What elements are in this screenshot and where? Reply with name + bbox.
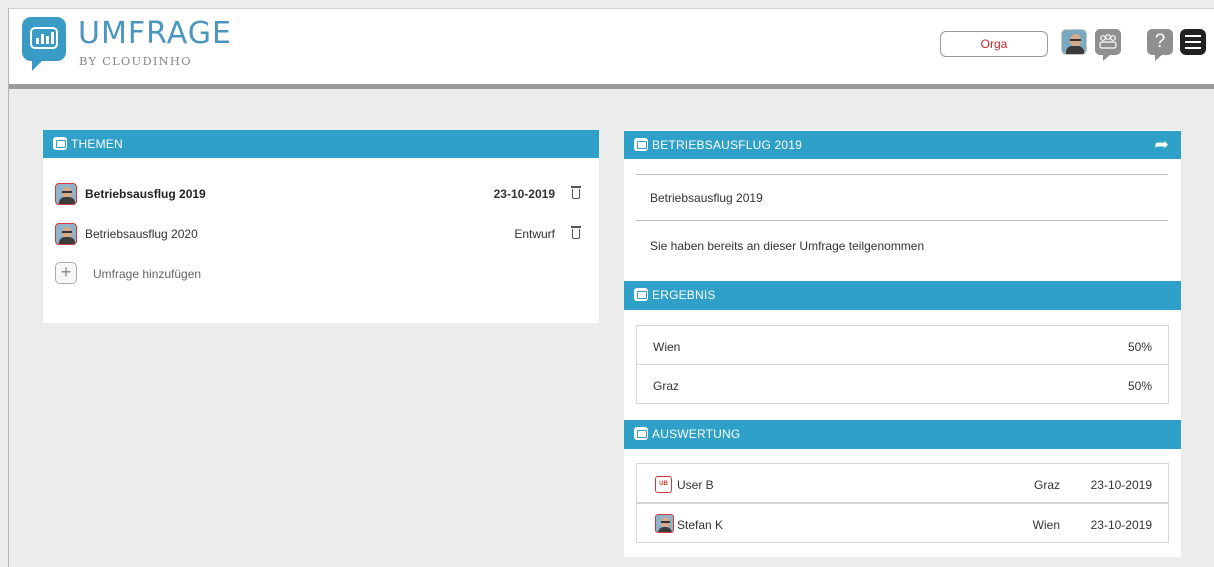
app-title: UMFRAGE <box>78 16 232 51</box>
user-avatar[interactable] <box>1061 29 1087 55</box>
avatar <box>655 514 674 533</box>
result-percent: 50% <box>1127 379 1152 393</box>
share-icon[interactable]: ➦ <box>1155 136 1169 154</box>
topic-status: Entwurf <box>514 227 555 241</box>
evaluation-choice: Wien <box>1032 518 1060 532</box>
chat-icon <box>634 138 648 151</box>
trash-icon[interactable] <box>571 226 581 239</box>
chat-icon <box>634 288 648 301</box>
chat-icon <box>53 137 67 150</box>
result-percent: 50% <box>1127 340 1152 354</box>
avatar <box>55 183 77 205</box>
themen-panel: THEMEN Betriebsausflug 2019 23-10-2019 B… <box>43 130 599 323</box>
result-option: Wien <box>653 340 681 354</box>
topic-status: 23-10-2019 <box>493 187 555 201</box>
result-option: Graz <box>653 379 680 393</box>
help-icon[interactable]: ? <box>1147 29 1173 61</box>
evaluation-date: 23-10-2019 <box>1090 478 1152 492</box>
auswertung-header: AUSWERTUNG <box>624 420 1181 449</box>
topic-label: Betriebsausflug 2019 <box>85 187 206 201</box>
group-icon[interactable] <box>1095 29 1121 61</box>
app-header: UMFRAGE BY CLOUDINHO Orga ? <box>9 9 1214 84</box>
themen-header: THEMEN <box>43 130 599 158</box>
detail-heading: BETRIEBSAUSFLUG 2019 <box>652 138 803 152</box>
chat-icon <box>634 427 648 440</box>
user-initials-badge: UB <box>655 476 672 493</box>
result-row: Graz 50% <box>636 364 1169 404</box>
topic-label: Betriebsausflug 2020 <box>85 227 198 241</box>
evaluation-row: UB User B Graz 23-10-2019 <box>636 463 1169 503</box>
app-subtitle: BY CLOUDINHO <box>79 54 192 68</box>
detail-header: BETRIEBSAUSFLUG 2019 ➦ <box>624 131 1181 159</box>
trash-icon[interactable] <box>571 186 581 199</box>
evaluation-row: Stefan K Wien 23-10-2019 <box>636 503 1169 543</box>
result-row: Wien 50% <box>636 325 1169 365</box>
ergebnis-heading: ERGEBNIS <box>652 288 716 302</box>
add-survey-label[interactable]: Umfrage hinzufügen <box>93 267 201 281</box>
themen-heading: THEMEN <box>71 137 123 151</box>
avatar <box>55 223 77 245</box>
auswertung-heading: AUSWERTUNG <box>652 427 741 441</box>
header-divider <box>9 84 1214 89</box>
evaluation-choice: Graz <box>1033 478 1060 492</box>
list-item[interactable]: Betriebsausflug 2019 23-10-2019 <box>55 181 585 207</box>
add-survey-button[interactable]: + <box>55 262 77 284</box>
ergebnis-header: ERGEBNIS <box>624 281 1181 310</box>
evaluation-user: Stefan K <box>677 518 724 532</box>
logo-chart-icon <box>22 17 66 71</box>
evaluation-user: User B <box>677 478 714 492</box>
list-item[interactable]: Betriebsausflug 2020 Entwurf <box>55 221 585 247</box>
divider <box>636 174 1168 175</box>
orga-button[interactable]: Orga <box>940 31 1048 57</box>
menu-icon[interactable] <box>1180 29 1206 55</box>
evaluation-date: 23-10-2019 <box>1090 518 1152 532</box>
survey-title: Betriebsausflug 2019 <box>650 191 763 205</box>
participation-message: Sie haben bereits an dieser Umfrage teil… <box>650 239 925 253</box>
divider <box>636 220 1168 221</box>
